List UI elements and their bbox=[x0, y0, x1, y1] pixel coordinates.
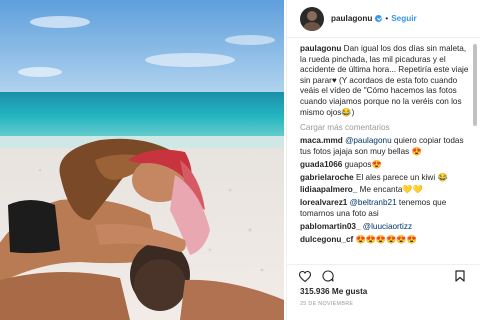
comment-mention[interactable]: @luuciaortizz bbox=[363, 222, 412, 231]
comment-item: gabrielaroche El ales parece un kiwi 😂 bbox=[300, 173, 470, 184]
comment-item: lidiaapalmero_ Me encanta💛💛 bbox=[300, 185, 470, 196]
comment-item: lorealvarez1 @beltranb21 tenemos que tom… bbox=[300, 198, 470, 219]
comment-icon[interactable] bbox=[322, 269, 334, 287]
comment-username[interactable]: lorealvarez1 bbox=[300, 198, 347, 207]
header-username[interactable]: paulagonu bbox=[331, 14, 372, 23]
caption-username[interactable]: paulagonu bbox=[300, 44, 341, 53]
comment-item: pablomartin03_ @luuciaortizz bbox=[300, 222, 470, 233]
follow-button[interactable]: Seguir bbox=[391, 14, 416, 23]
bookmark-icon[interactable] bbox=[455, 269, 465, 287]
comment-mention[interactable]: @beltranb21 bbox=[350, 198, 397, 207]
comment-text: Me encanta💛💛 bbox=[359, 185, 423, 195]
comment-text: guapos😍 bbox=[344, 159, 382, 169]
caption-text: Dan igual los dos días sin maleta, la ru… bbox=[300, 44, 469, 117]
action-bar bbox=[287, 264, 480, 283]
likes-count[interactable]: 315.936 Me gusta bbox=[300, 287, 367, 296]
comment-username[interactable]: guada1066 bbox=[300, 160, 342, 169]
comments-scrollbar[interactable] bbox=[473, 44, 477, 126]
post-header: paulagonu • Seguir bbox=[287, 0, 480, 38]
comment-item: dulcegonu_cf 😍😍😍😍😍😍 bbox=[300, 235, 470, 246]
comment-text: 😍😍😍😍😍😍 bbox=[355, 234, 417, 244]
comment-mention[interactable]: @paulagonu bbox=[345, 136, 392, 145]
comment-username[interactable]: maca.mmd bbox=[300, 136, 343, 145]
comment-item: maca.mmd @paulagonu quiero copiar todas … bbox=[300, 136, 470, 157]
comments-list[interactable]: paulagonu Dan igual los dos días sin mal… bbox=[300, 44, 470, 264]
comment-username[interactable]: lidiaapalmero_ bbox=[300, 185, 357, 194]
separator-dot: • bbox=[385, 14, 389, 23]
comment-username[interactable]: pablomartin03_ bbox=[300, 222, 361, 231]
verified-badge-icon bbox=[375, 15, 383, 22]
post-photo[interactable] bbox=[0, 0, 284, 320]
caption: paulagonu Dan igual los dos días sin mal… bbox=[300, 44, 470, 118]
comment-username[interactable]: dulcegonu_cf bbox=[300, 235, 353, 244]
beach-couple-image bbox=[0, 0, 284, 320]
comment-item: guada1066 guapos😍 bbox=[300, 160, 470, 171]
comment-username[interactable]: gabrielaroche bbox=[300, 173, 354, 182]
post-date: 25 DE NOVIEMBRE bbox=[300, 301, 354, 307]
post-panel: paulagonu • Seguir paulagonu Dan igual l… bbox=[286, 0, 480, 320]
comment-text: El ales parece un kiwi 😂 bbox=[355, 172, 448, 182]
avatar[interactable] bbox=[300, 6, 324, 31]
heart-icon[interactable] bbox=[298, 269, 312, 287]
load-more-comments-button[interactable]: Cargar más comentarios bbox=[300, 123, 470, 132]
